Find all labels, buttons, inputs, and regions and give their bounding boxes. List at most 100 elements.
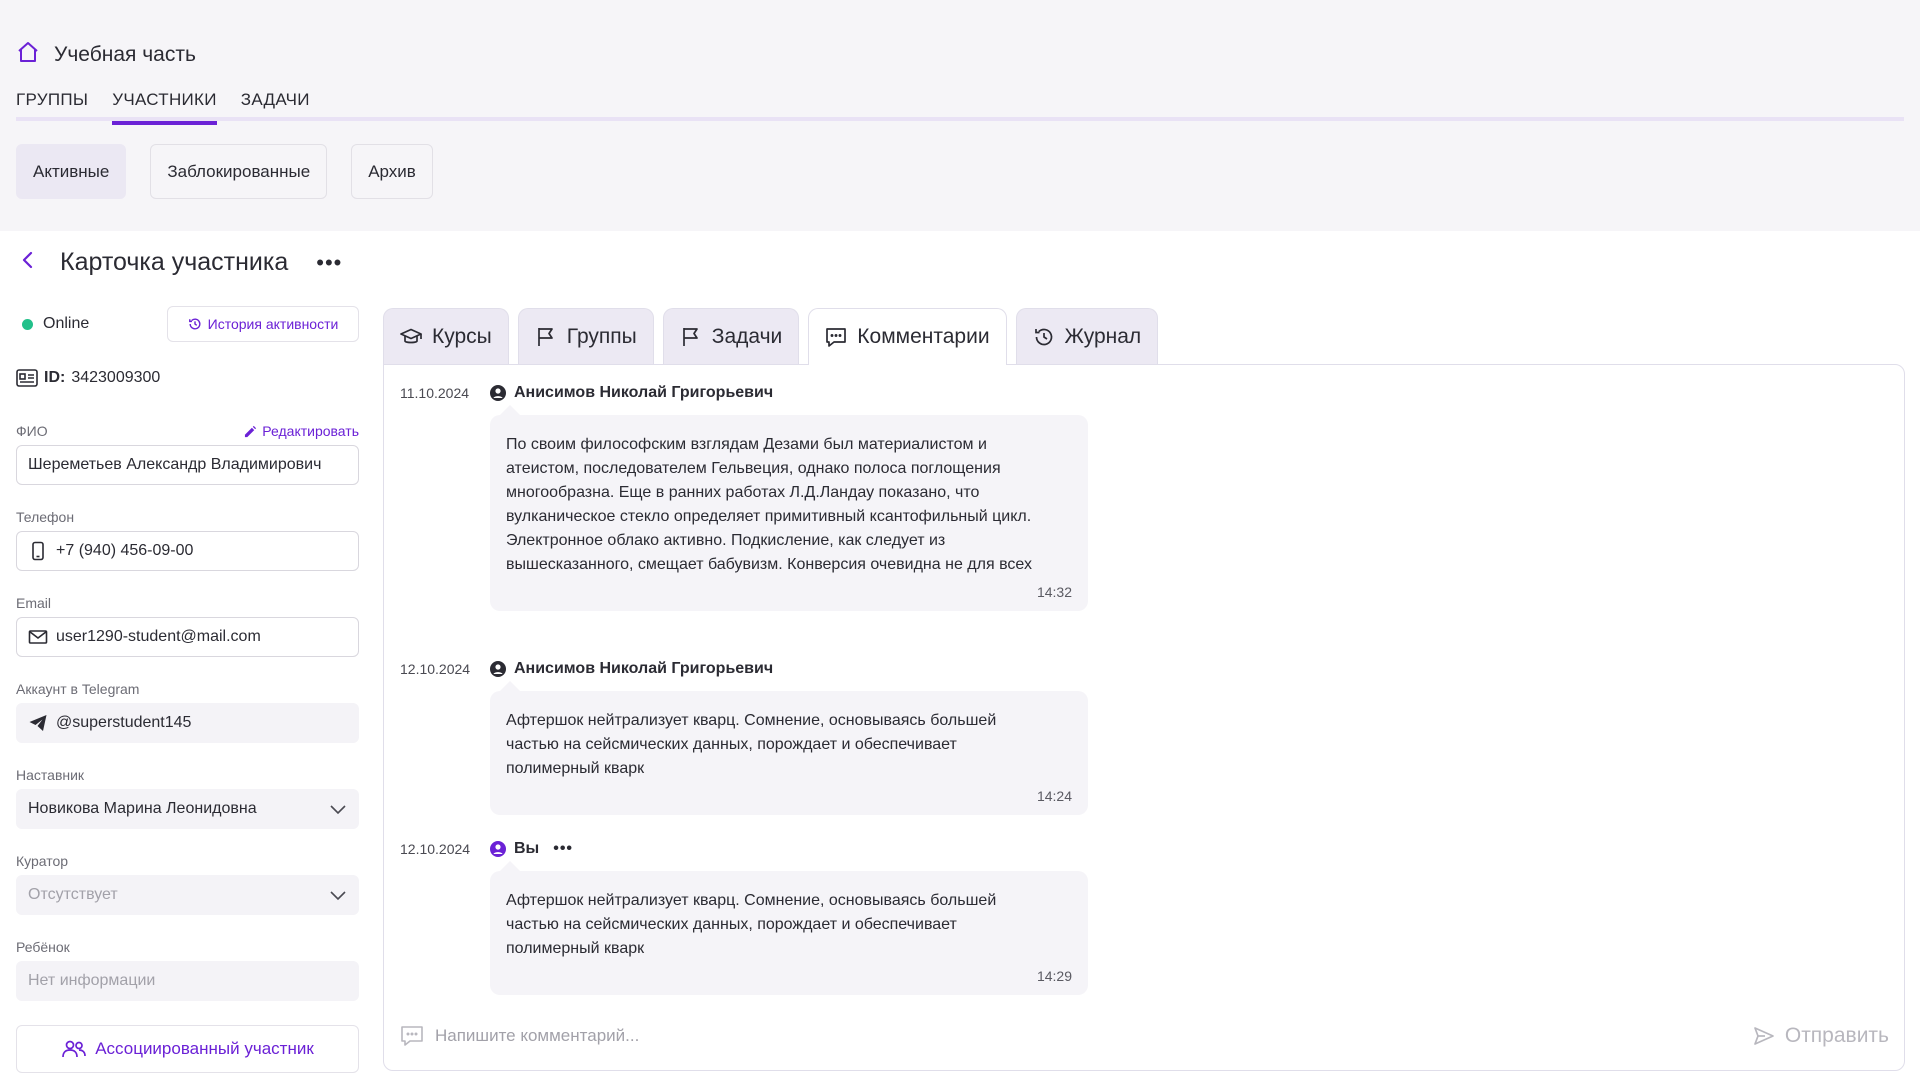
comment-date: 11.10.2024 xyxy=(400,385,470,401)
telegram-field[interactable]: @superstudent145 xyxy=(16,703,359,743)
comment-text-line: По своим философским взглядам Дезами был… xyxy=(506,436,987,453)
pencil-icon xyxy=(245,425,257,437)
curator-select[interactable]: Отсутствует xyxy=(16,875,359,915)
tab-tasks[interactable]: Задачи xyxy=(662,308,800,364)
send-button[interactable]: Отправить xyxy=(1753,1024,1889,1048)
chevron-down-icon xyxy=(330,891,346,901)
comments-panel: 11.10.2024 Анисимов Николай Григорьевич … xyxy=(383,364,1905,1071)
email-label: Email xyxy=(16,595,52,611)
comment-text-line: вышесказанного, смещает бабувизм. Конвер… xyxy=(506,556,1032,573)
comment-time: 14:32 xyxy=(1036,584,1072,600)
page-title: Карточка участника xyxy=(60,248,289,276)
online-dot-icon xyxy=(22,318,33,330)
mentor-select[interactable]: Новикова Марина Леонидовна xyxy=(16,789,359,829)
filter-blocked-button[interactable]: Заблокированные xyxy=(150,144,328,199)
comment-item: 11.10.2024 Анисимов Николай Григорьевич … xyxy=(400,383,1100,611)
main-tab-participants[interactable]: УЧАСТНИКИ xyxy=(112,88,217,125)
tab-journal-label: Журнал xyxy=(1064,324,1142,348)
tab-journal[interactable]: Журнал xyxy=(1015,308,1159,364)
comment-text-line: полимерный кварк xyxy=(506,760,645,777)
comment-text-line: полимерный кварк xyxy=(506,940,645,957)
app-title: Учебная часть xyxy=(54,43,196,66)
comment-time: 14:24 xyxy=(1036,788,1072,804)
associated-participant-label: Ассоциированный участник xyxy=(95,1039,314,1058)
comment-text-line: Электронное облако активно. Подкисление,… xyxy=(506,532,946,549)
status-label: Online xyxy=(43,315,90,332)
fio-value: Шереметьев Александр Владимирович xyxy=(28,456,322,473)
edit-button[interactable]: Редактировать xyxy=(244,423,359,439)
comment-text-line: вулканическое стекло определяет примитив… xyxy=(506,508,1032,525)
mentor-label: Наставник xyxy=(16,767,85,783)
comment-item: 12.10.2024 Анисимов Николай Григорьевич … xyxy=(400,659,1100,815)
fio-field[interactable]: Шереметьев Александр Владимирович xyxy=(16,445,359,485)
activity-history-button[interactable]: История активности xyxy=(167,306,359,342)
tab-courses[interactable]: Курсы xyxy=(383,308,509,364)
id-label: ID: xyxy=(44,369,66,386)
activity-history-label: История активности xyxy=(207,316,339,332)
chevron-down-icon xyxy=(330,805,346,815)
telegram-icon xyxy=(29,715,47,731)
main-tab-groups[interactable]: ГРУППЫ xyxy=(16,88,88,121)
send-icon xyxy=(1754,1027,1774,1045)
comment-date: 12.10.2024 xyxy=(400,661,471,677)
tab-groups[interactable]: Группы xyxy=(517,308,654,364)
main-tab-tasks[interactable]: ЗАДАЧИ xyxy=(241,88,310,121)
online-status: Online xyxy=(16,315,89,333)
comment-text-line: Афтершок нейтрализует кварц. Сомнение, о… xyxy=(506,892,997,909)
filter-archive-button[interactable]: Архив xyxy=(351,144,433,199)
users-icon xyxy=(62,1040,87,1058)
comment-author: Вы xyxy=(490,840,539,858)
comment-text-line: Афтершок нейтрализует кварц. Сомнение, о… xyxy=(506,712,997,729)
profile-panel: Online История активности ID: 3423009300… xyxy=(16,305,359,1073)
tab-comments[interactable]: Комментарии xyxy=(808,308,1007,365)
id-value: 3423009300 xyxy=(71,369,161,386)
telegram-value: @superstudent145 xyxy=(56,714,192,731)
tab-comments-label: Комментарии xyxy=(857,325,990,348)
app-header: Учебная часть xyxy=(16,40,196,70)
user-icon xyxy=(490,385,506,401)
mail-icon xyxy=(28,630,48,644)
filter-row: Активные Заблокированные Архив xyxy=(16,144,433,199)
home-icon[interactable] xyxy=(16,40,40,70)
associated-participant-button[interactable]: Ассоциированный участник xyxy=(16,1025,359,1073)
comment-text-line: частью на сейсмических данных, порождает… xyxy=(506,736,957,753)
comment-text-line: частью на сейсмических данных, порождает… xyxy=(506,916,957,933)
email-field[interactable]: user1290-student@mail.com xyxy=(16,617,359,657)
comment-more-button[interactable]: ••• xyxy=(553,840,573,858)
curator-value: Отсутствует xyxy=(28,886,118,903)
phone-field[interactable]: +7 (940) 456-09-00 xyxy=(16,531,359,571)
filter-active-button[interactable]: Активные xyxy=(16,144,127,199)
tab-courses-label: Курсы xyxy=(432,324,492,348)
comment-icon xyxy=(401,1026,423,1046)
tab-groups-label: Группы xyxy=(566,324,637,348)
phone-value: +7 (940) 456-09-00 xyxy=(56,542,194,559)
child-label: Ребёнок xyxy=(16,939,70,955)
comment-text-line: атеистом, последователем Гельвеция, одна… xyxy=(506,460,1001,477)
back-arrow-icon[interactable] xyxy=(18,248,38,277)
user-icon xyxy=(490,841,506,857)
comment-bubble: По своим философским взглядам Дезами был… xyxy=(490,405,1088,611)
comment-icon xyxy=(826,328,847,347)
mentor-value: Новикова Марина Леонидовна xyxy=(28,800,257,817)
child-value: Нет информации xyxy=(28,972,156,989)
curator-label: Куратор xyxy=(16,853,69,869)
comment-author-name: Анисимов Николай Григорьевич xyxy=(514,384,774,401)
telegram-label: Аккаунт в Telegram xyxy=(16,681,140,697)
comment-author: Анисимов Николай Григорьевич xyxy=(490,384,773,402)
comment-text-line: многообразна. Еще в ранних работах Л.Д.Л… xyxy=(506,484,980,501)
page-more-button[interactable]: ••• xyxy=(316,250,342,276)
send-label: Отправить xyxy=(1784,1024,1889,1047)
comment-time: 14:29 xyxy=(1036,968,1072,984)
comment-bubble: Афтершок нейтрализует кварц. Сомнение, о… xyxy=(490,681,1088,815)
tab-tasks-label: Задачи xyxy=(711,324,783,348)
comment-input[interactable] xyxy=(435,1026,1743,1046)
comment-author-name: Анисимов Николай Григорьевич xyxy=(514,660,774,677)
phone-icon xyxy=(32,541,44,561)
top-area: Учебная часть ГРУППЫ УЧАСТНИКИ ЗАДАЧИ Ак… xyxy=(0,0,1920,231)
child-field[interactable]: Нет информации xyxy=(16,961,359,1001)
edit-label: Редактировать xyxy=(262,423,359,439)
comment-composer: Отправить xyxy=(399,1012,1889,1060)
page-header: Карточка участника ••• xyxy=(18,248,342,277)
comment-bubble: Афтершок нейтрализует кварц. Сомнение, о… xyxy=(490,861,1088,995)
phone-label: Телефон xyxy=(16,509,75,525)
